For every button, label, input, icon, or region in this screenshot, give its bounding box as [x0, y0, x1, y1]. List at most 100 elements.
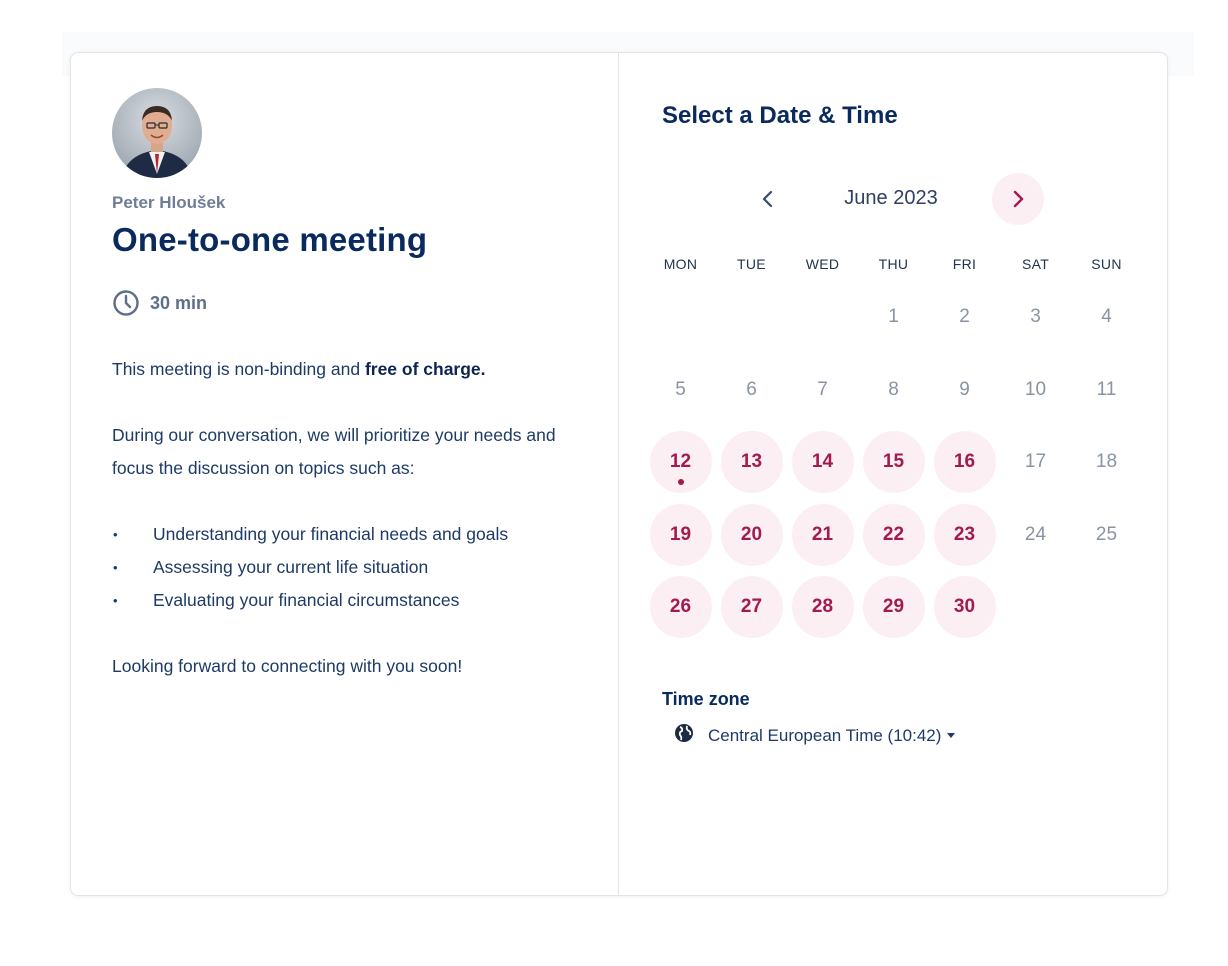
unavailable-day: 3: [1000, 281, 1071, 354]
available-day[interactable]: 16: [929, 426, 1000, 499]
event-title: One-to-one meeting: [112, 221, 428, 258]
day-number: 17: [1024, 451, 1047, 473]
day-number: 21: [791, 503, 854, 566]
day-number: 1: [888, 306, 899, 328]
intro-line: This meeting is non-binding and free of …: [112, 353, 578, 386]
event-details-panel: Peter Hloušek One-to-one meeting 30 min …: [71, 53, 619, 895]
weekday-sun: SUN: [1091, 256, 1122, 272]
description-paragraph: During our conversation, we will priorit…: [112, 425, 556, 478]
timezone-value: Central European Time (10:42): [708, 725, 942, 745]
topic-list: Understanding your financial needs and g…: [112, 518, 578, 617]
available-day[interactable]: 28: [787, 571, 858, 644]
avatar: [112, 88, 202, 178]
day-number: 27: [720, 576, 783, 639]
day-number: 18: [1095, 451, 1118, 473]
day-number: 8: [888, 378, 899, 400]
chevron-left-icon: [762, 190, 773, 208]
unavailable-day: 24: [1000, 499, 1071, 572]
available-day[interactable]: 15: [858, 426, 929, 499]
unavailable-day: 9: [929, 354, 1000, 427]
day-number: 24: [1024, 523, 1047, 545]
day-number: 20: [720, 503, 783, 566]
avatar-photo: [112, 88, 202, 178]
day-number: 3: [1030, 306, 1041, 328]
available-day[interactable]: 30: [929, 571, 1000, 644]
current-month: June 2023: [844, 187, 938, 209]
month-navigation: June 2023: [619, 173, 1167, 225]
clock-icon: [112, 289, 140, 317]
weekday-wed: WED: [805, 256, 840, 272]
day-number: 11: [1096, 378, 1117, 400]
event-description: This meeting is non-binding and free of …: [112, 353, 578, 683]
day-number: 4: [1101, 306, 1112, 328]
today-indicator: [677, 479, 684, 485]
day-number: 23: [933, 503, 996, 566]
event-duration: 30 min: [112, 289, 578, 317]
day-number: 13: [720, 431, 783, 494]
day-number: 6: [746, 378, 757, 400]
weekday-sat: SAT: [1021, 256, 1050, 272]
available-day[interactable]: 14: [787, 426, 858, 499]
list-item: Evaluating your financial circumstances: [112, 584, 578, 617]
available-day[interactable]: 12: [645, 426, 716, 499]
day-blank: [787, 281, 858, 354]
closing-text: Looking forward to connecting with you s…: [112, 656, 463, 676]
weekday-fri: FRI: [952, 256, 977, 272]
unavailable-day: 1: [858, 281, 929, 354]
unavailable-day: 18: [1071, 426, 1142, 499]
globe-icon: [674, 723, 694, 748]
previous-month-button[interactable]: [742, 173, 794, 225]
available-day[interactable]: 29: [858, 571, 929, 644]
calendar-title: Select a Date & Time: [662, 102, 898, 129]
available-day[interactable]: 27: [716, 571, 787, 644]
weekday-thu: THU: [878, 256, 909, 272]
unavailable-day: 10: [1000, 354, 1071, 427]
day-number: 2: [959, 306, 970, 328]
intro-text: This meeting is non-binding and: [112, 359, 365, 379]
weekday-header: MON TUE WED THU FRI SAT SUN: [645, 256, 1142, 272]
day-number: 29: [862, 576, 925, 639]
calendar-grid: 1 2 3 4 5 6 7 8 9 10 11 12 13 14 15 16 17 18 19 20 21 22 23 24 2…: [645, 281, 1142, 644]
day-number: 16: [933, 431, 996, 494]
weekday-mon: MON: [663, 256, 698, 272]
day-number: 10: [1024, 378, 1047, 400]
day-number: 15: [862, 431, 925, 494]
list-item: Understanding your financial needs and g…: [112, 518, 578, 551]
unavailable-day: 25: [1071, 499, 1142, 572]
chevron-right-icon: [1013, 190, 1024, 208]
unavailable-day: 17: [1000, 426, 1071, 499]
day-blank: [645, 281, 716, 354]
date-time-panel: Select a Date & Time June 2023 MON TUE WED…: [619, 53, 1167, 895]
timezone-label: Time zone: [662, 689, 750, 709]
day-number: 22: [862, 503, 925, 566]
day-number: 7: [817, 378, 828, 400]
day-number: 26: [649, 576, 712, 639]
list-item: Assessing your current life situation: [112, 551, 578, 584]
scheduling-card: Peter Hloušek One-to-one meeting 30 min …: [70, 52, 1168, 896]
unavailable-day: 6: [716, 354, 787, 427]
available-day[interactable]: 19: [645, 499, 716, 572]
available-day[interactable]: 20: [716, 499, 787, 572]
unavailable-day: 7: [787, 354, 858, 427]
unavailable-day: 5: [645, 354, 716, 427]
unavailable-day: 11: [1071, 354, 1142, 427]
available-day[interactable]: 21: [787, 499, 858, 572]
day-number: 19: [649, 503, 712, 566]
available-day[interactable]: 23: [929, 499, 1000, 572]
day-number: 14: [791, 431, 854, 494]
day-number: 28: [791, 576, 854, 639]
day-number: 30: [933, 576, 996, 639]
day-number: 5: [675, 378, 686, 400]
weekday-tue: TUE: [737, 256, 766, 272]
available-day[interactable]: 22: [858, 499, 929, 572]
available-day[interactable]: 13: [716, 426, 787, 499]
timezone-selector[interactable]: Central European Time (10:42): [674, 723, 956, 748]
available-day[interactable]: 26: [645, 571, 716, 644]
day-number: 9: [959, 378, 970, 400]
host-name: Peter Hloušek: [112, 193, 226, 212]
day-number: 25: [1095, 523, 1118, 545]
next-month-button[interactable]: [992, 173, 1044, 225]
unavailable-day: 4: [1071, 281, 1142, 354]
duration-label: 30 min: [150, 292, 208, 313]
intro-bold-text: free of charge.: [364, 359, 486, 379]
